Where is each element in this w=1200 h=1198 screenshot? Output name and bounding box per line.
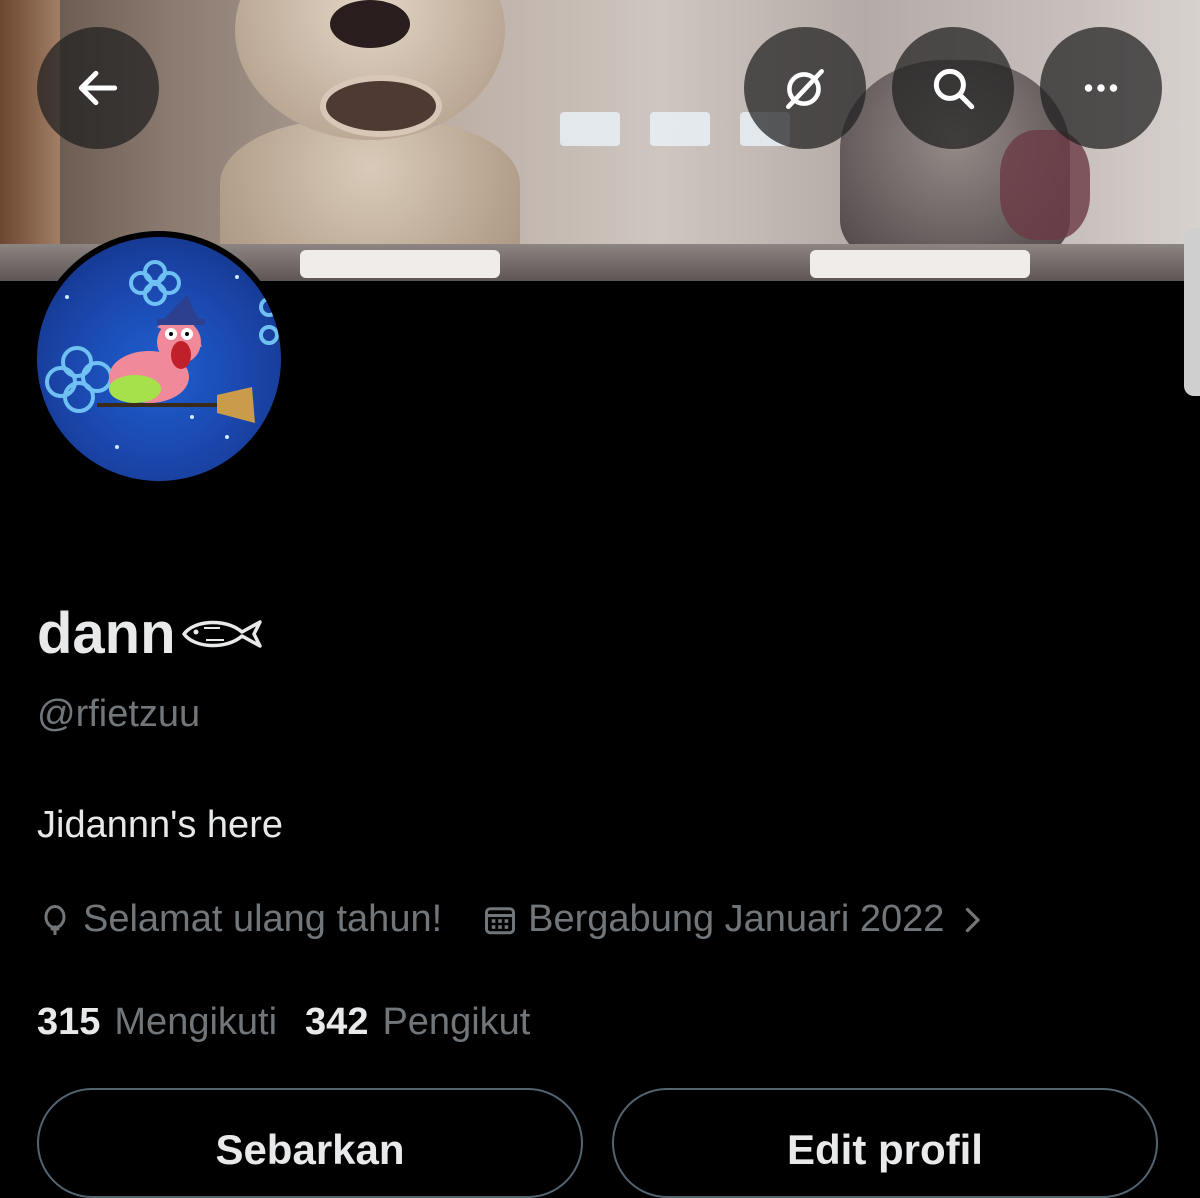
banner-paper <box>300 250 500 278</box>
birthday-text: Selamat ulang tahun! <box>83 898 443 940</box>
profile-meta: Selamat ulang tahun! Bergabung Januari 2… <box>37 898 990 941</box>
chevron-right-icon <box>966 907 981 932</box>
followers-link[interactable]: 342 Pengikut <box>305 1001 530 1044</box>
joined-date-item[interactable]: Bergabung Januari 2022 <box>482 898 990 941</box>
avatar-image <box>37 237 281 481</box>
share-profile-button[interactable]: Sebarkan <box>37 1088 583 1198</box>
banner-paper <box>810 250 1030 278</box>
profile-bio: Jidannn's here <box>37 804 283 846</box>
back-button[interactable] <box>37 27 159 149</box>
username-handle: @rfietzuu <box>37 693 201 735</box>
following-label: Mengikuti <box>114 1001 278 1043</box>
birthday-item: Selamat ulang tahun! <box>37 898 442 941</box>
follow-stats: 315 Mengikuti 342 Pengikut <box>37 1001 530 1044</box>
banner-dog-mouth <box>320 75 442 137</box>
search-button[interactable] <box>892 27 1014 149</box>
followers-count: 342 <box>305 1001 369 1043</box>
edit-profile-button[interactable]: Edit profil <box>612 1088 1158 1198</box>
more-horizontal-icon <box>1084 84 1118 92</box>
display-name-text: dann <box>37 601 176 666</box>
calendar-icon <box>485 906 516 934</box>
following-count: 315 <box>37 1001 101 1043</box>
grok-button[interactable] <box>744 27 866 149</box>
banner-bg-detail <box>560 112 620 146</box>
display-name: dann <box>37 600 266 667</box>
following-link[interactable]: 315 Mengikuti <box>37 1001 277 1044</box>
banner-bg-detail <box>0 0 60 281</box>
avatar[interactable] <box>31 231 287 487</box>
more-button[interactable] <box>1040 27 1162 149</box>
avatar-illustration <box>45 260 279 449</box>
banner-cat-detail <box>1000 130 1090 240</box>
arrow-left-icon <box>78 70 118 106</box>
fish-emoji-icon <box>181 619 262 648</box>
grok-icon <box>786 69 824 110</box>
search-icon <box>933 68 975 110</box>
balloon-icon <box>44 904 66 935</box>
scroll-handle[interactable] <box>1184 228 1200 396</box>
banner-bg-detail <box>650 112 710 146</box>
joined-text: Bergabung Januari 2022 <box>528 898 945 940</box>
banner-dog-nose <box>330 0 410 48</box>
followers-label: Pengikut <box>382 1001 531 1043</box>
